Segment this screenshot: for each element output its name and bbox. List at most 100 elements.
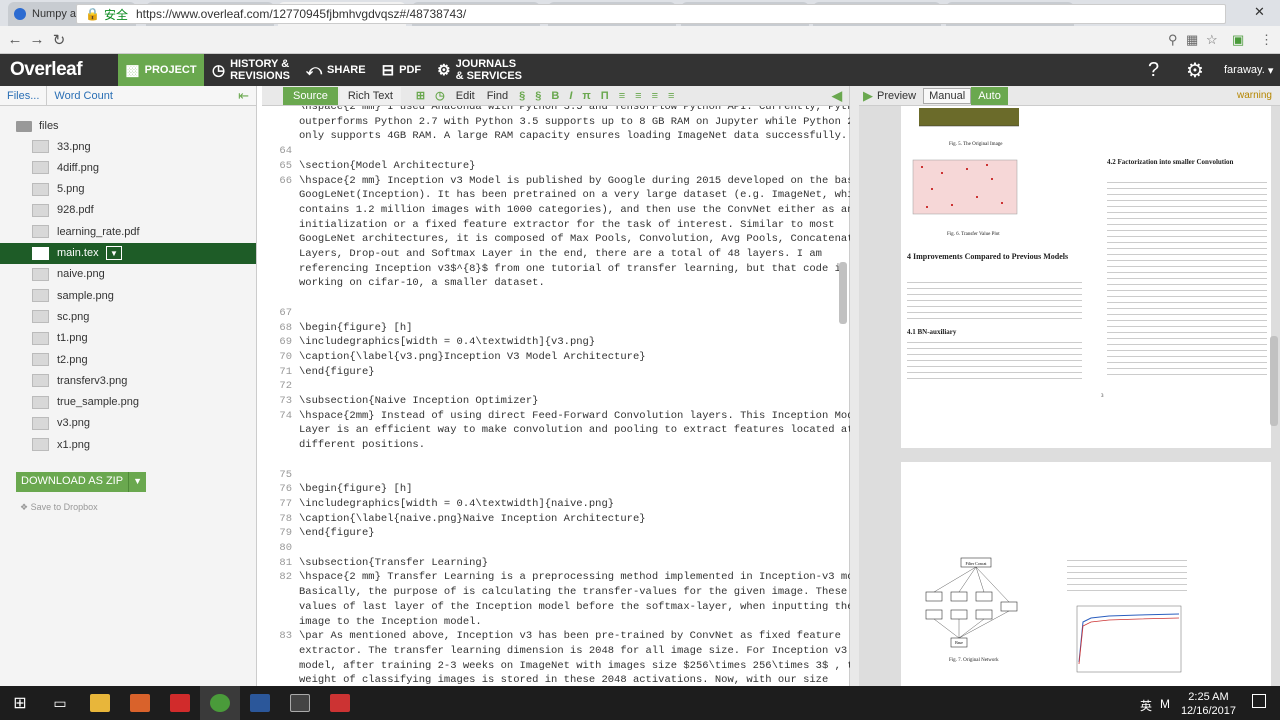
forward-icon[interactable]: →: [26, 31, 48, 48]
code-line[interactable]: \par As mentioned above, Inception v3 ha…: [299, 630, 841, 642]
code-line[interactable]: Layer is an efficient way to make convol…: [299, 424, 850, 436]
code-line[interactable]: \subsection{Transfer Learning}: [299, 557, 488, 569]
code-line[interactable]: Layers, Drop-out and Softmax Layer in th…: [299, 248, 822, 260]
pane-divider[interactable]: [850, 86, 859, 686]
file-item[interactable]: 33.png: [0, 136, 256, 157]
file-item[interactable]: v3.png: [0, 413, 256, 434]
file-item[interactable]: x1.png: [0, 434, 256, 455]
indent-icon[interactable]: ≡: [647, 90, 663, 102]
settings-gear-icon[interactable]: ⚙: [1186, 54, 1204, 86]
edit-menu[interactable]: Edit: [450, 90, 481, 102]
file-item[interactable]: learning_rate.pdf: [0, 221, 256, 242]
chrome-icon[interactable]: [200, 686, 240, 720]
app-icon[interactable]: [320, 686, 360, 720]
preview-button[interactable]: ▶ Preview: [863, 88, 916, 104]
code-line[interactable]: GoogLeNet(Inception). It has been pretra…: [299, 189, 850, 201]
file-item[interactable]: true_sample.png: [0, 392, 256, 413]
code-line[interactable]: contains 1.2 million images with 1000 ca…: [299, 204, 850, 216]
code-line[interactable]: \hspace{2 mm} I used Anaconda with Pytho…: [299, 106, 850, 113]
code-area[interactable]: \hspace{2 mm} I used Anaconda with Pytho…: [262, 106, 850, 686]
code-line[interactable]: \hspace{2 mm} Inception v3 Model is publ…: [299, 175, 850, 187]
folder-files[interactable]: files: [16, 120, 59, 132]
file-item[interactable]: t1.png: [0, 328, 256, 349]
task-view-icon[interactable]: ▭: [40, 686, 80, 720]
overleaf-logo[interactable]: Overleaf: [0, 54, 118, 86]
code-line[interactable]: \hspace{2 mm} Transfer Learning is a pre…: [299, 571, 850, 583]
files-tab[interactable]: Files...: [0, 90, 46, 102]
code-line[interactable]: \hspace{2mm} Instead of using direct Fee…: [299, 410, 850, 422]
ime-indicator[interactable]: 英: [1140, 697, 1152, 714]
file-item[interactable]: 5.png: [0, 179, 256, 200]
back-icon[interactable]: ←: [4, 31, 26, 48]
outdent-icon[interactable]: ≡: [663, 90, 679, 102]
file-explorer-icon[interactable]: [80, 686, 120, 720]
file-item[interactable]: t2.png: [0, 349, 256, 370]
capital-pi-icon[interactable]: Π: [596, 90, 614, 102]
editor-scrollbar[interactable]: [839, 262, 847, 324]
word-count-tab[interactable]: Word Count: [47, 90, 120, 102]
file-item[interactable]: transferv3.png: [0, 370, 256, 391]
extension-icon[interactable]: ▣: [1232, 32, 1244, 48]
journals-button[interactable]: ⚙ JOURNALS & SERVICES: [429, 54, 530, 86]
code-line[interactable]: referencing Inception v3$^{8}$ from one …: [299, 263, 847, 275]
compile-arrow-icon[interactable]: ◀: [827, 88, 847, 104]
bold-icon[interactable]: B: [546, 90, 564, 102]
terminal-icon[interactable]: [280, 686, 320, 720]
code-line[interactable]: outperforms Python 2.7 with Python 3.5 s…: [299, 116, 850, 128]
history-small-icon[interactable]: ◷: [430, 89, 450, 102]
download-dropdown-icon[interactable]: ▼: [129, 472, 146, 492]
url-input[interactable]: 🔒 安全 https://www.overleaf.com/12770945fj…: [76, 4, 1226, 24]
help-icon[interactable]: ?: [1148, 54, 1159, 86]
code-line[interactable]: \caption{\label{v3.png}Inception V3 Mode…: [299, 351, 646, 363]
code-line[interactable]: \includegraphics[width = 0.4\textwidth]{…: [299, 336, 595, 348]
file-item[interactable]: sample.png: [0, 285, 256, 306]
code-line[interactable]: different positions.: [299, 439, 425, 451]
italic-icon[interactable]: I: [564, 90, 577, 102]
section-icon[interactable]: §: [514, 90, 530, 102]
translate-icon[interactable]: ▦: [1186, 32, 1198, 48]
rich-text-button[interactable]: Rich Text: [339, 86, 401, 105]
source-mode-button[interactable]: Source: [283, 86, 338, 105]
numbered-list-icon[interactable]: ≡: [614, 90, 630, 102]
file-menu-dropdown-icon[interactable]: ▼: [106, 246, 122, 260]
youdao-icon[interactable]: [160, 686, 200, 720]
matlab-icon[interactable]: [120, 686, 160, 720]
system-clock[interactable]: 2:25 AM 12/16/2017: [1181, 690, 1236, 718]
code-line[interactable]: working on cifar-10, a smaller dataset.: [299, 277, 545, 289]
code-line[interactable]: GoogLeNet architectures, it is composed …: [299, 233, 850, 245]
auto-button[interactable]: Auto: [971, 86, 1008, 105]
code-line[interactable]: \end{figure}: [299, 366, 375, 378]
notification-icon[interactable]: [1252, 694, 1266, 708]
bookmark-star-icon[interactable]: ☆: [1206, 32, 1218, 48]
code-line[interactable]: \begin{figure} [h]: [299, 483, 412, 495]
menu-kebab-icon[interactable]: ⋮: [1260, 32, 1273, 48]
code-line[interactable]: only supports 4GB RAM. A large RAM capac…: [299, 130, 847, 142]
code-line[interactable]: \begin{figure} [h]: [299, 322, 412, 334]
zoom-icon[interactable]: ⚲: [1168, 32, 1178, 48]
code-line[interactable]: extractor. The transfer learning dimensi…: [299, 645, 847, 657]
word-icon[interactable]: [240, 686, 280, 720]
file-item[interactable]: sc.png: [0, 306, 256, 327]
warning-badge[interactable]: warning: [1237, 90, 1272, 101]
code-line[interactable]: \end{figure}: [299, 527, 375, 539]
windows-start-icon[interactable]: ⊞: [0, 686, 40, 720]
code-line[interactable]: initialization or a fixed feature extrac…: [299, 219, 835, 231]
insert-figure-icon[interactable]: ⊞: [411, 89, 430, 102]
code-line[interactable]: model, after training 2-3 weeks on Image…: [299, 660, 850, 672]
code-line[interactable]: \caption{\label{naive.png}Naive Inceptio…: [299, 513, 646, 525]
file-item[interactable]: naive.png: [0, 264, 256, 285]
subsection-icon[interactable]: §: [530, 90, 546, 102]
code-line[interactable]: weight of classifying images is stored i…: [299, 674, 828, 686]
history-button[interactable]: ◷ HISTORY & REVISIONS: [204, 54, 298, 86]
code-line[interactable]: \includegraphics[width = 0.4\textwidth]{…: [299, 498, 614, 510]
code-line[interactable]: Basically, the purpose of is calculating…: [299, 586, 850, 598]
file-item[interactable]: main.tex ▼: [0, 242, 256, 264]
user-menu[interactable]: faraway. ▾: [1224, 54, 1273, 86]
bullet-list-icon[interactable]: ≡: [630, 90, 646, 102]
project-button[interactable]: ▩ PROJECT: [118, 54, 204, 86]
close-window-icon[interactable]: ✕: [1254, 4, 1265, 20]
pdf-viewer[interactable]: Fig. 5. The Original Image Fig. 6. Trans…: [859, 106, 1280, 686]
download-zip-button[interactable]: DOWNLOAD AS ZIP: [16, 472, 130, 492]
code-line[interactable]: values of last layer of the Inception mo…: [299, 601, 850, 613]
find-button[interactable]: Find: [481, 90, 514, 102]
